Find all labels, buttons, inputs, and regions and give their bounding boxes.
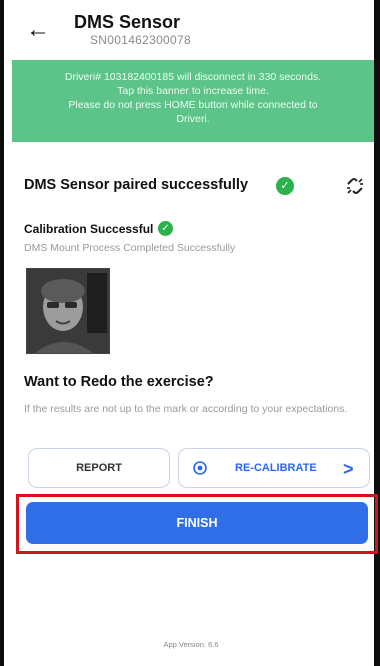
check-circle-icon: ✓ xyxy=(276,177,294,195)
app-screen: ← DMS Sensor SN001462300078 Driveri# 103… xyxy=(8,0,378,666)
unlink-icon[interactable] xyxy=(344,175,366,203)
paired-status-text: DMS Sensor paired successfully xyxy=(24,177,249,193)
header: ← DMS Sensor SN001462300078 xyxy=(8,0,374,58)
banner-line-1: Driveri# 103182400185 will disconnect in… xyxy=(64,71,322,83)
check-circle-icon: ✓ xyxy=(158,221,173,236)
finish-button[interactable]: FINISH xyxy=(26,502,368,544)
banner-line-3: Please do not press HOME button while co… xyxy=(68,99,318,111)
serial-number: SN001462300078 xyxy=(90,33,191,47)
calibration-title: Calibration Successful xyxy=(24,222,154,236)
redo-description: If the results are not up to the mark or… xyxy=(24,403,348,415)
banner-line-4: Driveri. xyxy=(176,113,210,125)
driver-face-photo xyxy=(26,268,110,354)
calibration-subtitle: DMS Mount Process Completed Successfully xyxy=(24,242,236,254)
app-version: App Version: 6.6 xyxy=(163,640,219,649)
finish-button-label: FINISH xyxy=(176,516,218,530)
page-title: DMS Sensor xyxy=(74,12,181,32)
report-button[interactable]: REPORT xyxy=(28,448,170,488)
banner-line-2: Tap this banner to increase time. xyxy=(117,85,269,97)
paired-status-row: DMS Sensor paired successfully ✓ xyxy=(24,175,369,199)
device-frame-left xyxy=(0,0,4,666)
target-icon xyxy=(193,461,207,475)
recalibrate-button[interactable]: RE-CALIBRATE > xyxy=(178,448,370,488)
report-button-label: REPORT xyxy=(76,462,122,474)
device-frame-right xyxy=(374,0,380,666)
arrow-left-icon[interactable]: ← xyxy=(26,18,50,42)
disconnect-banner[interactable]: Driveri# 103182400185 will disconnect in… xyxy=(12,60,374,142)
redo-title: Want to Redo the exercise? xyxy=(24,374,214,390)
recalibrate-button-label: RE-CALIBRATE xyxy=(235,462,317,474)
chevron-right-icon: > xyxy=(343,459,354,479)
